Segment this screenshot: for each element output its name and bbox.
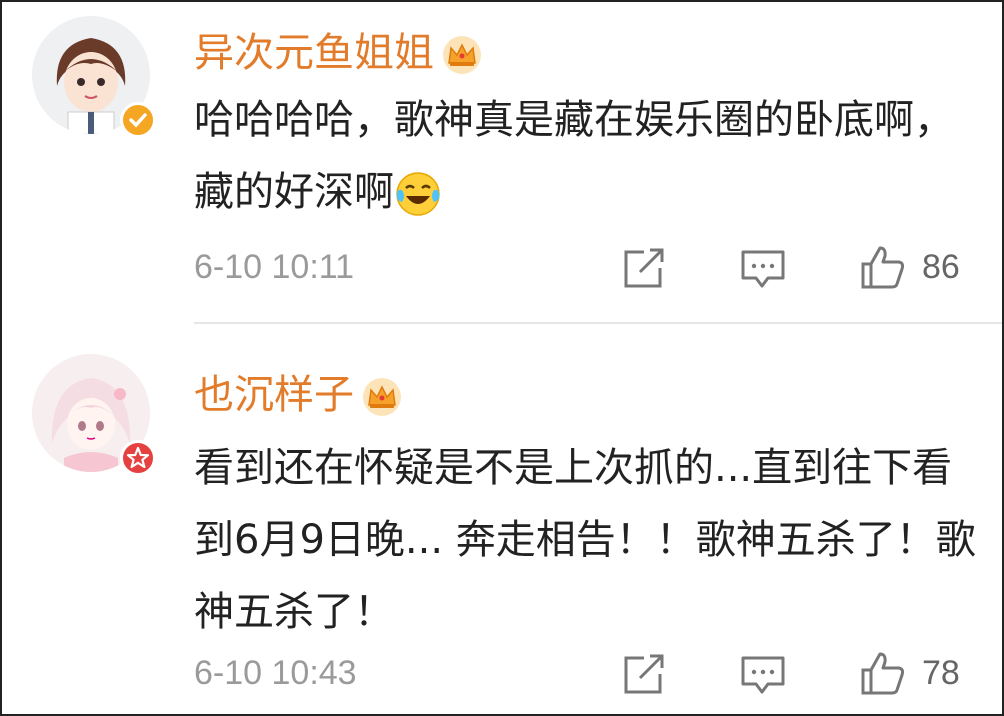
thumbs-up-icon xyxy=(861,652,905,695)
comment-text-body: 看到还在怀疑是不是上次抓的...直到往下看到6月9日晚... 奔走相告！！歌神五… xyxy=(194,445,976,635)
comment-list: 异次元鱼姐姐 哈哈哈哈，歌神真是藏在娱乐圈的卧底啊，藏的好深啊 6-10 10:… xyxy=(0,0,1004,716)
thumbs-up-icon xyxy=(861,246,905,289)
comment-item: 异次元鱼姐姐 哈哈哈哈，歌神真是藏在娱乐圈的卧底啊，藏的好深啊 6-10 10:… xyxy=(2,2,1002,322)
comment-meta: 6-10 10:43 78 xyxy=(194,650,972,698)
comment-item: 也沉样子 看到还在怀疑是不是上次抓的...直到往下看到6月9日晚... 奔走相告… xyxy=(2,324,1002,714)
like-count: 86 xyxy=(922,248,960,286)
verified-badge xyxy=(120,102,156,138)
share-icon[interactable] xyxy=(622,244,666,292)
comment-text: 看到还在怀疑是不是上次抓的...直到往下看到6月9日晚... 奔走相告！！歌神五… xyxy=(194,432,984,648)
comment-icon[interactable] xyxy=(740,650,786,698)
like-button[interactable]: 78 xyxy=(860,650,1000,698)
comment-icon[interactable] xyxy=(740,244,786,292)
username[interactable]: 异次元鱼姐姐 xyxy=(194,20,482,78)
like-count: 78 xyxy=(922,654,960,692)
share-icon[interactable] xyxy=(622,650,666,698)
comment-meta: 6-10 10:11 86 xyxy=(194,244,972,292)
username-text[interactable]: 也沉样子 xyxy=(194,372,354,418)
star-icon xyxy=(126,446,150,469)
star-badge xyxy=(120,440,156,476)
crown-icon xyxy=(443,36,481,74)
avatar[interactable] xyxy=(32,354,156,476)
comment-time: 6-10 10:11 xyxy=(194,248,355,286)
laugh-cry-emoji xyxy=(396,172,440,216)
comment-text: 哈哈哈哈，歌神真是藏在娱乐圈的卧底啊，藏的好深啊 xyxy=(194,84,984,228)
comment-time: 6-10 10:43 xyxy=(194,654,357,692)
comment-text-body: 哈哈哈哈，歌神真是藏在娱乐圈的卧底啊，藏的好深啊 xyxy=(194,97,954,215)
username-text[interactable]: 异次元鱼姐姐 xyxy=(194,30,434,76)
like-button[interactable]: 86 xyxy=(860,244,1000,292)
crown-icon xyxy=(363,378,401,416)
username[interactable]: 也沉样子 xyxy=(194,362,402,420)
check-icon xyxy=(129,113,147,128)
avatar[interactable] xyxy=(32,16,156,138)
